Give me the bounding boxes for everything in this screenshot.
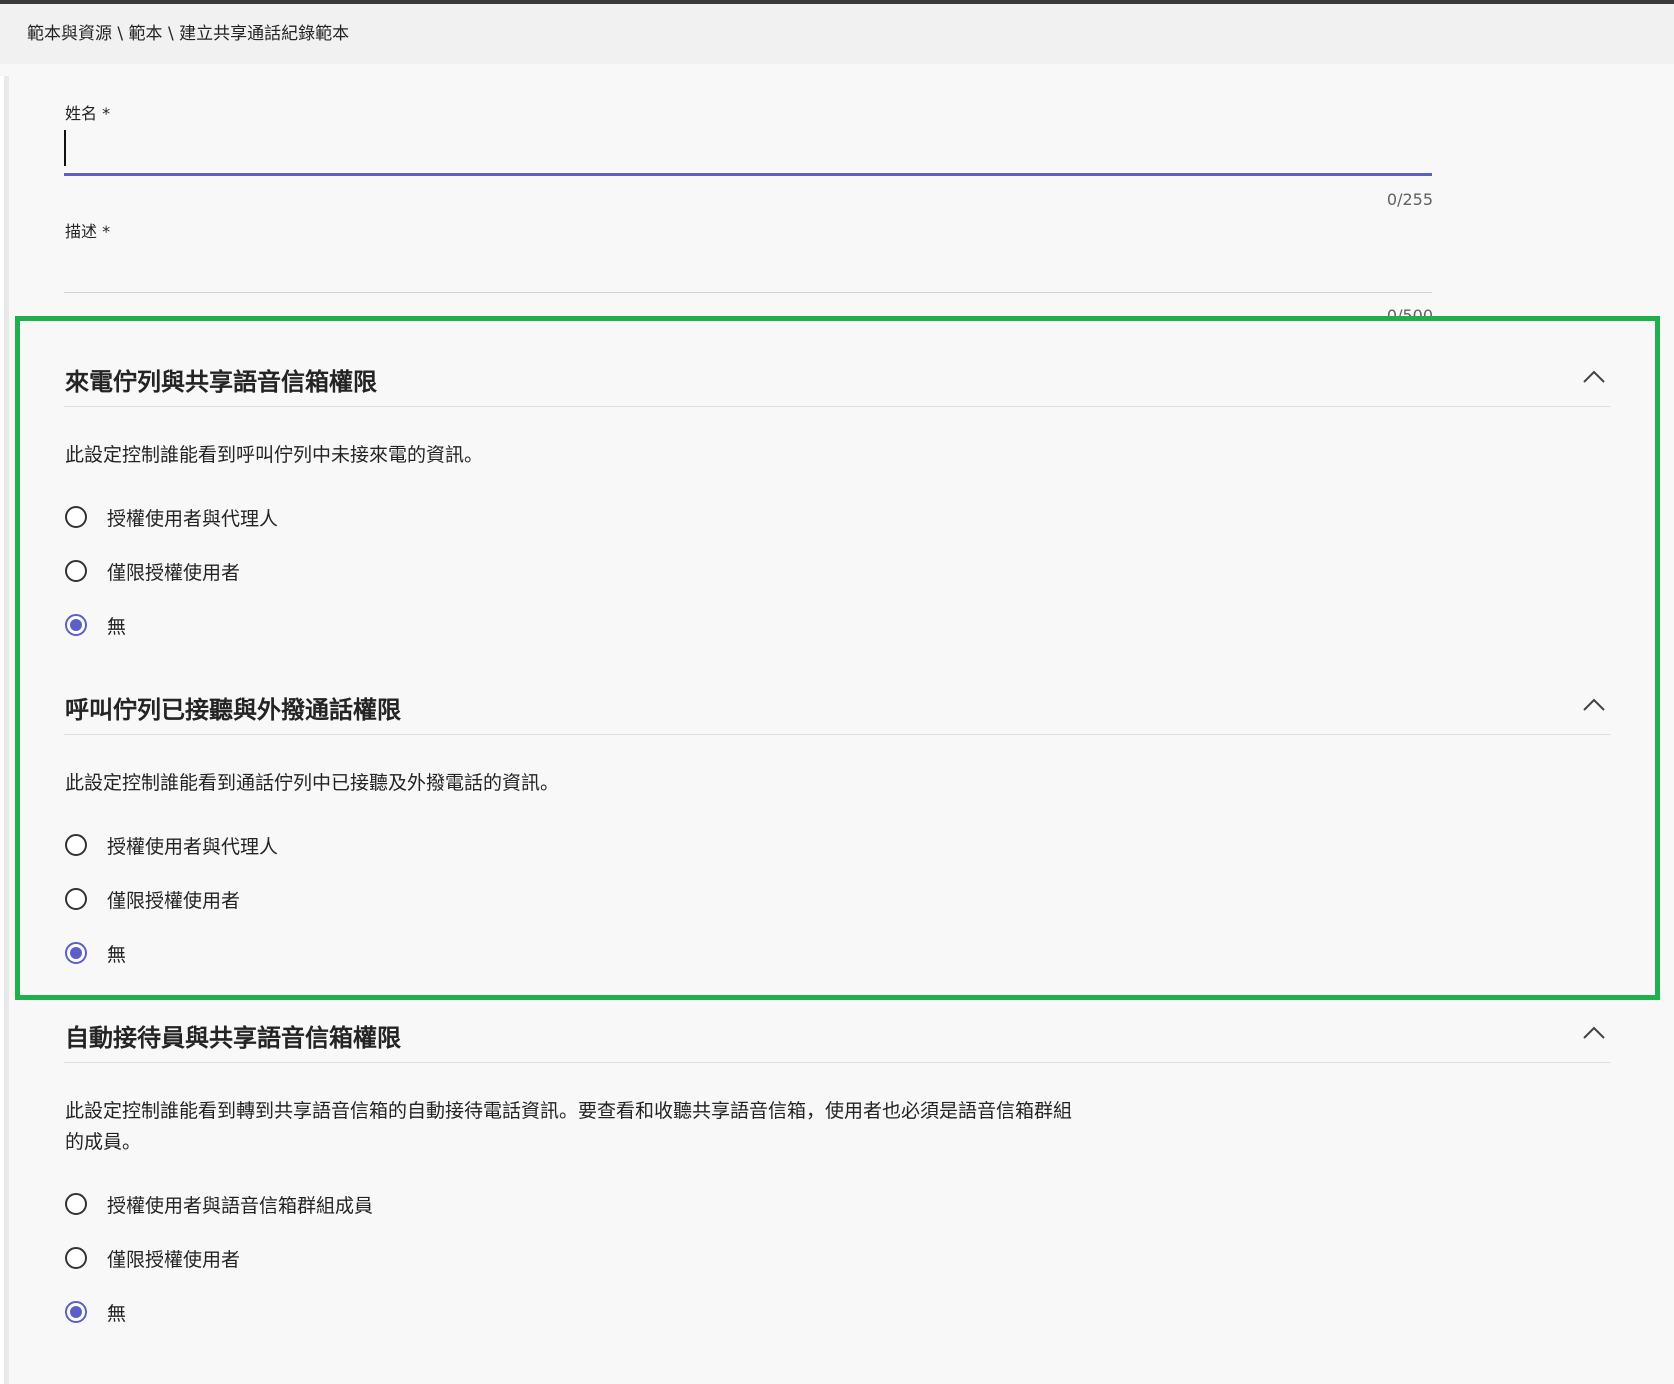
radio-label: 僅限授權使用者 — [107, 889, 241, 912]
section-title-auto-attendant-voicemail: 自動接待員與共享語音信箱權限 — [65, 1024, 401, 1052]
radio-button[interactable] — [65, 888, 87, 910]
radio-option-none[interactable]: 無 — [65, 611, 126, 639]
radio-label: 僅限授權使用者 — [107, 1248, 241, 1271]
radio-label: 無 — [107, 943, 127, 966]
section-divider — [64, 734, 1610, 735]
radio-option-authorized-and-agents[interactable]: 授權使用者與代理人 — [65, 503, 278, 531]
radio-button-selected[interactable] — [65, 942, 87, 964]
name-input[interactable] — [64, 120, 1432, 176]
radio-label: 授權使用者與代理人 — [107, 835, 279, 858]
chevron-up-icon[interactable] — [1583, 1024, 1605, 1040]
description-label: 描述 * — [65, 222, 111, 241]
radio-option-authorized-only[interactable]: 僅限授權使用者 — [65, 885, 240, 913]
radio-button[interactable] — [65, 1193, 87, 1215]
section-description: 此設定控制誰能看到呼叫佇列中未接來電的資訊。 — [65, 444, 484, 466]
section-description: 此設定控制誰能看到通話佇列中已接聽及外撥電話的資訊。 — [65, 772, 560, 794]
radio-button[interactable] — [65, 1247, 87, 1269]
section-title-call-queue-answered-outbound: 呼叫佇列已接聽與外撥通話權限 — [65, 696, 401, 724]
radio-label: 授權使用者與代理人 — [107, 507, 279, 530]
radio-button[interactable] — [65, 834, 87, 856]
section-divider — [64, 1062, 1610, 1063]
section-description: 此設定控制誰能看到轉到共享語音信箱的自動接待電話資訊。要查看和收聽共享語音信箱，… — [65, 1100, 1073, 1153]
radio-button[interactable] — [65, 560, 87, 582]
radio-button-selected[interactable] — [65, 614, 87, 636]
section-divider — [64, 406, 1610, 407]
radio-label: 僅限授權使用者 — [107, 561, 241, 584]
radio-option-authorized-and-voicemail-group[interactable]: 授權使用者與語音信箱群組成員 — [65, 1190, 373, 1218]
left-scroll-strip — [0, 76, 9, 1384]
highlight-box — [15, 316, 1660, 1000]
description-input[interactable] — [64, 240, 1432, 294]
text-caret — [64, 130, 66, 166]
chevron-up-icon[interactable] — [1583, 368, 1605, 384]
radio-option-authorized-only[interactable]: 僅限授權使用者 — [65, 1244, 240, 1272]
radio-option-authorized-only[interactable]: 僅限授權使用者 — [65, 557, 240, 585]
radio-option-none[interactable]: 無 — [65, 1298, 126, 1326]
radio-option-none[interactable]: 無 — [65, 939, 126, 967]
radio-button[interactable] — [65, 506, 87, 528]
breadcrumb: 範本與資源 \ 範本 \ 建立共享通話紀錄範本 — [0, 4, 1674, 64]
radio-label: 無 — [107, 615, 127, 638]
radio-label: 授權使用者與語音信箱群組成員 — [107, 1194, 374, 1217]
radio-label: 無 — [107, 1302, 127, 1325]
description-input-underline — [64, 292, 1432, 293]
chevron-up-icon[interactable] — [1583, 696, 1605, 712]
section-title-call-queue-voicemail: 來電佇列與共享語音信箱權限 — [65, 368, 377, 396]
name-input-underline — [64, 173, 1432, 176]
radio-button-selected[interactable] — [65, 1301, 87, 1323]
description-counter: 0/500 — [1386, 306, 1433, 320]
name-counter: 0/255 — [1386, 190, 1433, 209]
radio-option-authorized-and-agents[interactable]: 授權使用者與代理人 — [65, 831, 278, 859]
